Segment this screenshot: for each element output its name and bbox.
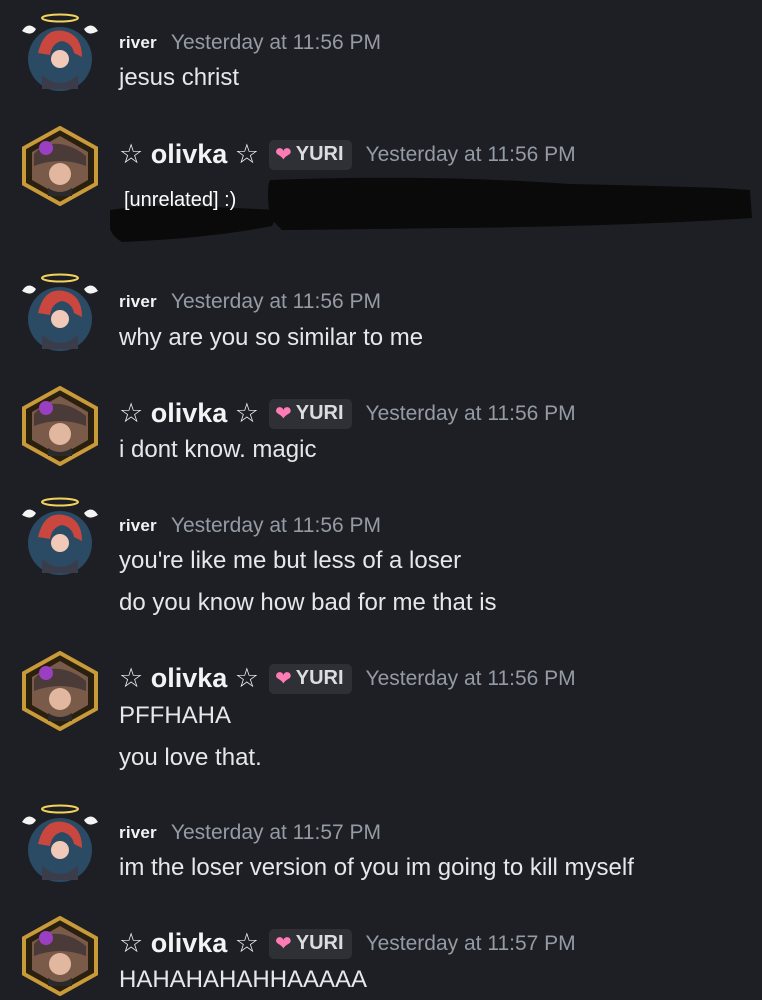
timestamp: Yesterday at 11:57 PM xyxy=(365,931,576,955)
message-text: you love that. xyxy=(119,744,262,771)
olivka-avatar[interactable] xyxy=(20,386,100,466)
timestamp: Yesterday at 11:57 PM xyxy=(170,821,382,844)
message-text: do you know how bad for me that is xyxy=(119,589,497,616)
role-tag-label: YURI xyxy=(295,402,344,424)
author-name[interactable]: ☆ olivka ☆ xyxy=(119,928,259,959)
chat-message-list: river Yesterday at 11:56 PM jesus christ… xyxy=(0,0,762,1000)
pink-heart-icon: ❤ xyxy=(274,402,292,425)
timestamp: Yesterday at 11:56 PM xyxy=(365,666,576,690)
author-name[interactable]: river xyxy=(119,823,157,843)
river-avatar[interactable] xyxy=(20,273,100,353)
pink-heart-icon: ❤ xyxy=(274,667,292,690)
message-text: jesus christ xyxy=(119,64,240,91)
message-text: i dont know. magic xyxy=(119,436,317,463)
timestamp: Yesterday at 11:56 PM xyxy=(170,514,382,537)
role-tag-label: YURI xyxy=(295,143,344,165)
message-text: HAHAHAHAHHAAAAA xyxy=(119,966,368,993)
timestamp: Yesterday at 11:56 PM xyxy=(365,401,576,425)
author-name[interactable]: river xyxy=(119,516,157,536)
message-text: why are you so similar to me xyxy=(119,324,424,351)
olivka-avatar[interactable] xyxy=(20,916,100,996)
message-text: im the loser version of you im going to … xyxy=(119,854,634,881)
olivka-avatar[interactable] xyxy=(20,651,100,731)
role-tag: ❤ YURI xyxy=(268,398,352,429)
timestamp: Yesterday at 11:56 PM xyxy=(365,142,576,166)
pink-heart-icon: ❤ xyxy=(274,143,292,166)
river-avatar[interactable] xyxy=(20,497,100,577)
timestamp: Yesterday at 11:56 PM xyxy=(170,290,382,313)
message-text: [unrelated] :) xyxy=(124,189,237,211)
role-tag: ❤ YURI xyxy=(268,139,352,170)
river-avatar[interactable] xyxy=(20,13,100,93)
role-tag: ❤ YURI xyxy=(268,928,352,959)
message-text: PFFHAHA xyxy=(119,702,232,729)
role-tag-label: YURI xyxy=(295,932,344,954)
message-text: you're like me but less of a loser xyxy=(119,547,462,574)
pink-heart-icon: ❤ xyxy=(274,932,292,955)
author-name[interactable]: ☆ olivka ☆ xyxy=(119,663,259,694)
role-tag: ❤ YURI xyxy=(268,663,352,694)
timestamp: Yesterday at 11:56 PM xyxy=(170,31,382,54)
author-name[interactable]: river xyxy=(119,292,157,312)
olivka-avatar[interactable] xyxy=(20,126,100,206)
author-name[interactable]: ☆ olivka ☆ xyxy=(119,398,259,429)
role-tag-label: YURI xyxy=(295,667,344,689)
river-avatar[interactable] xyxy=(20,804,100,884)
author-name[interactable]: river xyxy=(119,33,157,53)
